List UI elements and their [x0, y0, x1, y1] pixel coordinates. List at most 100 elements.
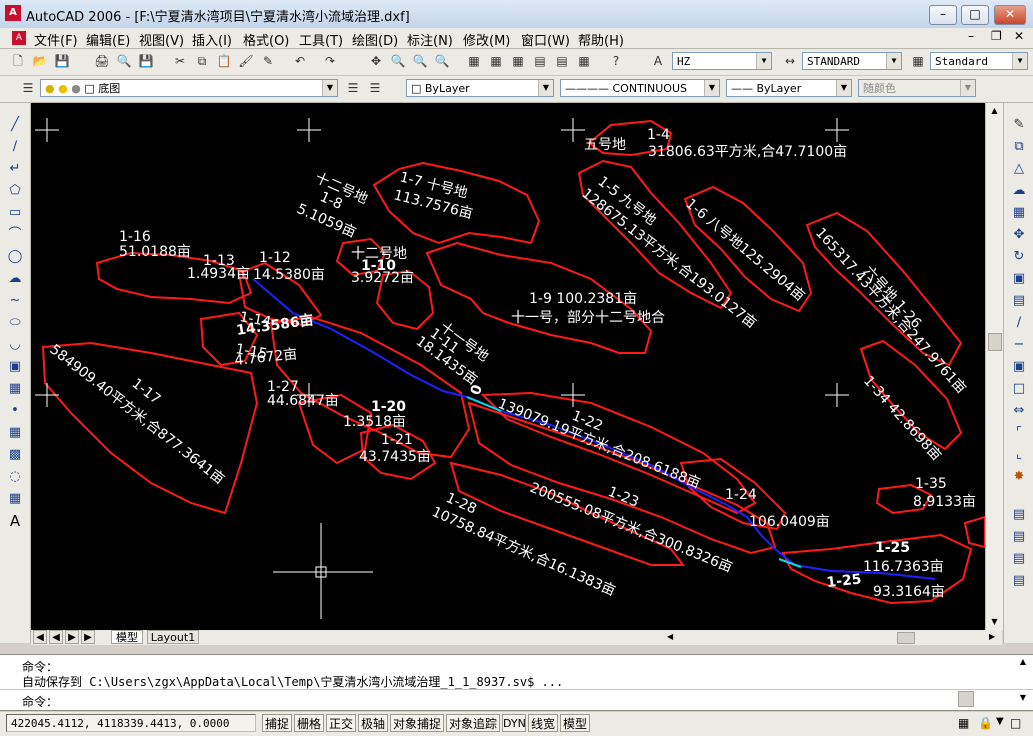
polyline-icon[interactable]: ↵ [7, 161, 23, 177]
move-icon[interactable]: ✥ [1011, 227, 1027, 243]
text-style-combo[interactable]: HZ ▼ [672, 52, 772, 70]
polygon-icon[interactable]: ⬠ [7, 183, 23, 199]
tool-palettes-icon[interactable]: ▦ [510, 53, 526, 69]
help-icon[interactable]: ? [608, 53, 624, 69]
break-icon[interactable]: □ [1011, 381, 1027, 397]
multiline-text-icon[interactable]: A [7, 513, 23, 529]
menu-edit[interactable]: 编辑(E) [86, 30, 130, 49]
offset-icon[interactable]: ☁ [1011, 183, 1027, 199]
menu-view[interactable]: 视图(V) [139, 30, 184, 49]
layer-manager-icon[interactable]: ☰ [20, 80, 36, 96]
scroll-down-icon[interactable]: ▼ [986, 614, 1003, 629]
cmd-scroll-down-icon[interactable]: ▼ [1016, 693, 1030, 707]
tab-model[interactable]: 模型 [111, 630, 143, 644]
make-current-icon[interactable]: ☰ [345, 80, 361, 96]
construction-line-icon[interactable]: ∕ [7, 139, 23, 155]
menu-modify[interactable]: 修改(M) [463, 30, 510, 49]
rotate-icon[interactable]: ↻ [1011, 249, 1027, 265]
dyn-toggle[interactable]: DYN [502, 714, 526, 732]
design-center-icon[interactable]: ▦ [488, 53, 504, 69]
ellipse-icon[interactable]: ⬭ [7, 315, 23, 331]
doc-minimize-button[interactable]: – [968, 29, 974, 43]
cut-icon[interactable]: ✂ [172, 53, 188, 69]
text-style-icon[interactable]: A [650, 53, 666, 69]
status-menu-chevron-icon[interactable]: ▼ [996, 716, 1004, 727]
osnap-toggle[interactable]: 对象捕捉 [390, 714, 444, 732]
draw-order-icon[interactable]: ▤ [1011, 507, 1027, 523]
toolbar-lock-icon[interactable]: 🔒 [978, 716, 993, 730]
close-button[interactable]: ✕ [994, 5, 1026, 25]
new-icon[interactable]: 🗋 [10, 53, 26, 69]
chamfer-icon[interactable]: ⌜ [1011, 425, 1027, 441]
open-icon[interactable]: 📂 [32, 53, 48, 69]
rectangle-icon[interactable]: ▭ [7, 205, 23, 221]
lineweight-combo[interactable]: —— ByLayer ▼ [726, 79, 852, 97]
revision-cloud-icon[interactable]: ☁ [7, 271, 23, 287]
calculator-icon[interactable]: ▦ [576, 53, 592, 69]
layer-previous-icon[interactable]: ☰ [367, 80, 383, 96]
table-icon[interactable]: ▦ [7, 491, 23, 507]
hatch-icon[interactable]: ▦ [7, 425, 23, 441]
ortho-toggle[interactable]: 正交 [326, 714, 356, 732]
doc-restore-button[interactable]: ❐ [991, 29, 1002, 43]
markup-icon[interactable]: ▤ [554, 53, 570, 69]
vertical-scroll-thumb[interactable] [988, 333, 1002, 351]
horizontal-scroll-thumb[interactable] [897, 632, 915, 644]
snap-toggle[interactable]: 捕捉 [262, 714, 292, 732]
make-block-icon[interactable]: ▦ [7, 381, 23, 397]
cmd-scroll-up-icon[interactable]: ▲ [1016, 657, 1030, 671]
model-space-toggle[interactable]: 模型 [560, 714, 590, 732]
clean-screen-icon[interactable]: □ [1010, 716, 1021, 730]
point-icon[interactable]: • [7, 403, 23, 419]
gradient-icon[interactable]: ▩ [7, 447, 23, 463]
plotstyle-combo[interactable]: 随颜色 ▼ [858, 79, 976, 97]
undo-icon[interactable]: ↶ [292, 53, 308, 69]
explode-icon[interactable]: ✸ [1011, 469, 1027, 485]
grid-toggle[interactable]: 栅格 [294, 714, 324, 732]
fillet-icon[interactable]: ⌞ [1011, 447, 1027, 463]
bring-to-front-icon[interactable]: ▤ [1011, 529, 1027, 545]
table-style-combo[interactable]: Standard ▼ [930, 52, 1028, 70]
copy-object-icon[interactable]: ⧉ [1011, 139, 1027, 155]
scroll-left-icon[interactable]: ◀ [667, 631, 675, 643]
preview-icon[interactable]: 🔍 [116, 53, 132, 69]
zoom-realtime-icon[interactable]: 🔍 [390, 53, 406, 69]
erase-icon[interactable]: ✎ [1011, 117, 1027, 133]
insert-block-icon[interactable]: ▣ [7, 359, 23, 375]
save-icon[interactable]: 💾 [54, 53, 70, 69]
maximize-button[interactable]: □ [961, 5, 989, 25]
scale-icon[interactable]: ▣ [1011, 271, 1027, 287]
break-at-point-icon[interactable]: ▣ [1011, 359, 1027, 375]
prev-tab-icon[interactable]: ◀ [49, 630, 63, 644]
menu-format[interactable]: 格式(O) [243, 30, 289, 49]
menu-draw[interactable]: 绘图(D) [352, 30, 398, 49]
next-tab-icon[interactable]: ▶ [65, 630, 79, 644]
bring-above-icon[interactable]: ▤ [1011, 573, 1027, 589]
last-tab-icon[interactable]: ▶ [81, 630, 95, 644]
zoom-window-icon[interactable]: 🔍 [412, 53, 428, 69]
minimize-button[interactable]: – [929, 5, 957, 25]
pan-icon[interactable]: ✥ [368, 53, 384, 69]
cmd-scroll-thumb[interactable] [958, 691, 974, 707]
document-icon[interactable]: A [12, 31, 26, 45]
redo-icon[interactable]: ↷ [322, 53, 338, 69]
dim-style-icon[interactable]: ↔ [782, 53, 798, 69]
zoom-previous-icon[interactable]: 🔍 [434, 53, 450, 69]
publish-icon[interactable]: 💾 [138, 53, 154, 69]
lineweight-toggle[interactable]: 线宽 [528, 714, 558, 732]
tab-layout1[interactable]: Layout1 [147, 630, 199, 644]
circle-icon[interactable]: ◯ [7, 249, 23, 265]
linetype-combo[interactable]: ———— CONTINUOUS ▼ [560, 79, 720, 97]
menu-tools[interactable]: 工具(T) [299, 30, 343, 49]
copy-icon[interactable]: ⧉ [194, 53, 210, 69]
arc-icon[interactable]: ⌒ [7, 227, 23, 243]
scroll-right-icon[interactable]: ▶ [989, 631, 997, 643]
join-icon[interactable]: ⇔ [1011, 403, 1027, 419]
communication-center-icon[interactable]: ▦ [958, 716, 969, 730]
extend-icon[interactable]: − [1011, 337, 1027, 353]
properties-icon[interactable]: ▦ [466, 53, 482, 69]
plot-icon[interactable]: 🖨 [94, 53, 110, 69]
scroll-up-icon[interactable]: ▲ [986, 103, 1003, 118]
menu-file[interactable]: 文件(F) [34, 30, 78, 49]
menu-window[interactable]: 窗口(W) [521, 30, 570, 49]
